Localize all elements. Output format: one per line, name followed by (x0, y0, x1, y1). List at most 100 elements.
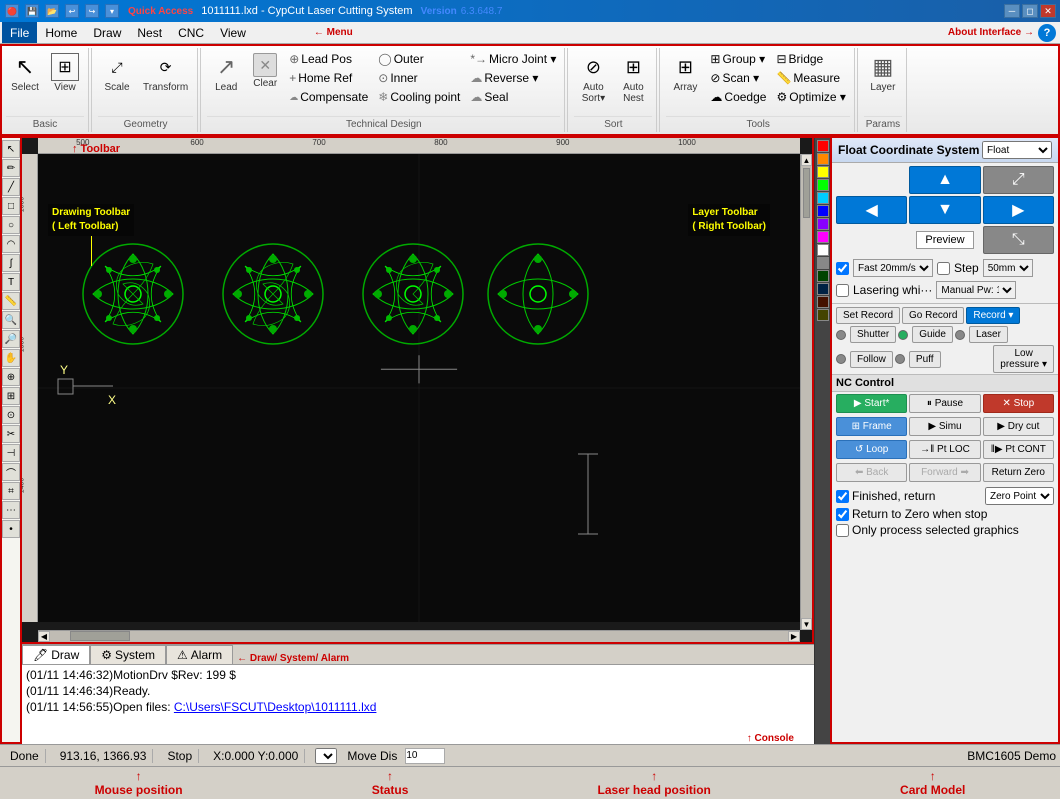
scroll-h-track[interactable] (50, 631, 788, 642)
status-pos-select[interactable] (315, 748, 337, 764)
nc-simu-btn[interactable]: ▶ Simu (909, 417, 980, 436)
ribbon-measure[interactable]: 📏 Measure (772, 69, 849, 87)
menu-view[interactable]: View (212, 22, 254, 43)
layer-color-white[interactable] (817, 244, 829, 256)
lt-trim[interactable]: ✂ (2, 425, 20, 443)
lt-select[interactable]: ↖ (2, 140, 20, 158)
quick-access-more[interactable]: ▾ (105, 4, 119, 18)
ribbon-bridge[interactable]: ⊟ Bridge (772, 50, 849, 68)
dir-right[interactable]: ▶ (983, 196, 1054, 224)
set-record-btn[interactable]: Set Record (836, 307, 900, 324)
dir-down-right[interactable]: ⤡ (983, 226, 1054, 254)
nc-back-btn[interactable]: ⬅ Back (836, 463, 907, 482)
finished-return-select[interactable]: Zero Point (985, 487, 1054, 505)
layer-color-gray[interactable] (817, 257, 829, 269)
scrollbar-vertical[interactable]: ▲ ▼ (800, 154, 812, 630)
scroll-left-btn[interactable]: ◀ (38, 631, 50, 642)
nc-return-zero-btn[interactable]: Return Zero (983, 463, 1054, 482)
ribbon-auto-sort[interactable]: ⊘ AutoSort▾ (574, 50, 612, 107)
lt-explode[interactable]: ⋯ (2, 501, 20, 519)
layer-color-dark-red[interactable] (817, 296, 829, 308)
layer-color-orange[interactable] (817, 153, 829, 165)
layer-color-green[interactable] (817, 179, 829, 191)
fast-speed-check[interactable] (836, 262, 849, 275)
lt-zoom-out[interactable]: 🔎 (2, 330, 20, 348)
ribbon-layer[interactable]: ▦ Layer (864, 50, 902, 96)
ribbon-view[interactable]: ⊞ View (46, 50, 84, 96)
ribbon-cooling[interactable]: ❄ Cooling point (374, 88, 464, 106)
scroll-down-btn[interactable]: ▼ (801, 618, 812, 630)
dir-up-right[interactable]: ⤢ (983, 166, 1054, 194)
lt-chamfer[interactable]: ⌗ (2, 482, 20, 500)
lt-rect[interactable]: □ (2, 197, 20, 215)
ribbon-auto-nest[interactable]: ⊞ AutoNest (614, 50, 652, 107)
layer-color-purple[interactable] (817, 218, 829, 230)
quick-access-undo[interactable]: ↩ (65, 4, 79, 18)
ribbon-transform[interactable]: ⟳ Transform (138, 50, 193, 96)
ribbon-optimize[interactable]: ⚙ Optimize ▾ (772, 88, 849, 106)
ribbon-lead[interactable]: ↗ Lead (207, 50, 245, 96)
log-file-link[interactable]: C:\Users\FSCUT\Desktop\1011111.lxd (174, 700, 377, 714)
ribbon-group-btn[interactable]: ⊞ Group ▾ (706, 50, 770, 68)
layer-color-red[interactable] (817, 140, 829, 152)
record-btn[interactable]: Record ▾ (966, 307, 1020, 324)
lt-arc[interactable]: ◠ (2, 235, 20, 253)
ribbon-inner[interactable]: ⊙ Inner (374, 69, 464, 87)
ribbon-clear[interactable]: ✕ Clear (247, 50, 283, 92)
nc-stop-btn[interactable]: ✕ Stop (983, 394, 1054, 413)
layer-color-yellow[interactable] (817, 166, 829, 178)
scroll-right-btn[interactable]: ▶ (788, 631, 800, 642)
lt-measure[interactable]: 📏 (2, 292, 20, 310)
only-selected-check[interactable] (836, 524, 849, 537)
lt-grid[interactable]: ⊞ (2, 387, 20, 405)
low-pressure-btn[interactable]: Lowpressure ▾ (993, 345, 1054, 373)
follow-btn[interactable]: Follow (850, 351, 893, 368)
tab-alarm[interactable]: ⚠ Alarm (166, 645, 233, 664)
step-select[interactable]: 50mm (983, 259, 1033, 277)
nc-frame-btn[interactable]: ⊞ Frame (836, 417, 907, 436)
ribbon-select[interactable]: ↖ Select (6, 50, 44, 96)
menu-home[interactable]: Home (37, 22, 85, 43)
lt-spline[interactable]: ∫ (2, 254, 20, 272)
tab-draw[interactable]: 🖊 Draw (22, 645, 90, 664)
menu-draw[interactable]: Draw (85, 22, 129, 43)
lt-snap[interactable]: ⊙ (2, 406, 20, 424)
lt-pan[interactable]: ✋ (2, 349, 20, 367)
nc-pause-btn[interactable]: ⏸ Pause (909, 394, 980, 413)
about-button[interactable]: ? (1038, 24, 1056, 42)
ribbon-array[interactable]: ⊞ Array (666, 50, 704, 96)
scrollbar-horizontal[interactable]: ◀ ▶ (38, 630, 800, 642)
fast-speed-select[interactable]: Fast 20mm/s (853, 259, 933, 277)
lt-fillet[interactable]: ⌒ (2, 463, 20, 481)
nc-forward-btn[interactable]: Forward ➡ (909, 463, 980, 482)
tab-system[interactable]: ⚙ System (90, 645, 166, 664)
ribbon-scale[interactable]: ⤢ Scale (98, 50, 136, 96)
step-check[interactable] (937, 262, 950, 275)
move-dis-input[interactable] (405, 748, 445, 764)
coord-system-select[interactable]: Float (982, 141, 1052, 159)
ribbon-compensate[interactable]: ☁ Compensate (285, 88, 372, 106)
lt-extend[interactable]: ⊣ (2, 444, 20, 462)
scroll-v-thumb[interactable] (803, 168, 810, 218)
lt-text[interactable]: T (2, 273, 20, 291)
ribbon-coedge[interactable]: ☁ Coedge (706, 88, 770, 106)
minimize-button[interactable]: ─ (1004, 4, 1020, 18)
layer-color-dark-blue[interactable] (817, 283, 829, 295)
nc-ptloc-btn[interactable]: →‖ Pt LOC (909, 440, 980, 459)
menu-file[interactable]: File (2, 22, 37, 43)
lt-circle[interactable]: ○ (2, 216, 20, 234)
lasering-check[interactable] (836, 284, 849, 297)
lt-node[interactable]: • (2, 520, 20, 538)
scroll-h-thumb[interactable] (70, 631, 130, 641)
lt-line[interactable]: ╱ (2, 178, 20, 196)
ribbon-micro-joint[interactable]: *→ Micro Joint ▾ (466, 50, 560, 68)
ribbon-scan[interactable]: ⊘ Scan ▾ (706, 69, 770, 87)
preview-button[interactable]: Preview (916, 231, 973, 249)
layer-color-cyan[interactable] (817, 192, 829, 204)
ribbon-home-ref[interactable]: + Home Ref (285, 69, 372, 87)
laser-btn[interactable]: Laser (969, 326, 1008, 343)
return-zero-check[interactable] (836, 508, 849, 521)
quick-access-redo[interactable]: ↪ (85, 4, 99, 18)
go-record-btn[interactable]: Go Record (902, 307, 964, 324)
restore-button[interactable]: ◻ (1022, 4, 1038, 18)
